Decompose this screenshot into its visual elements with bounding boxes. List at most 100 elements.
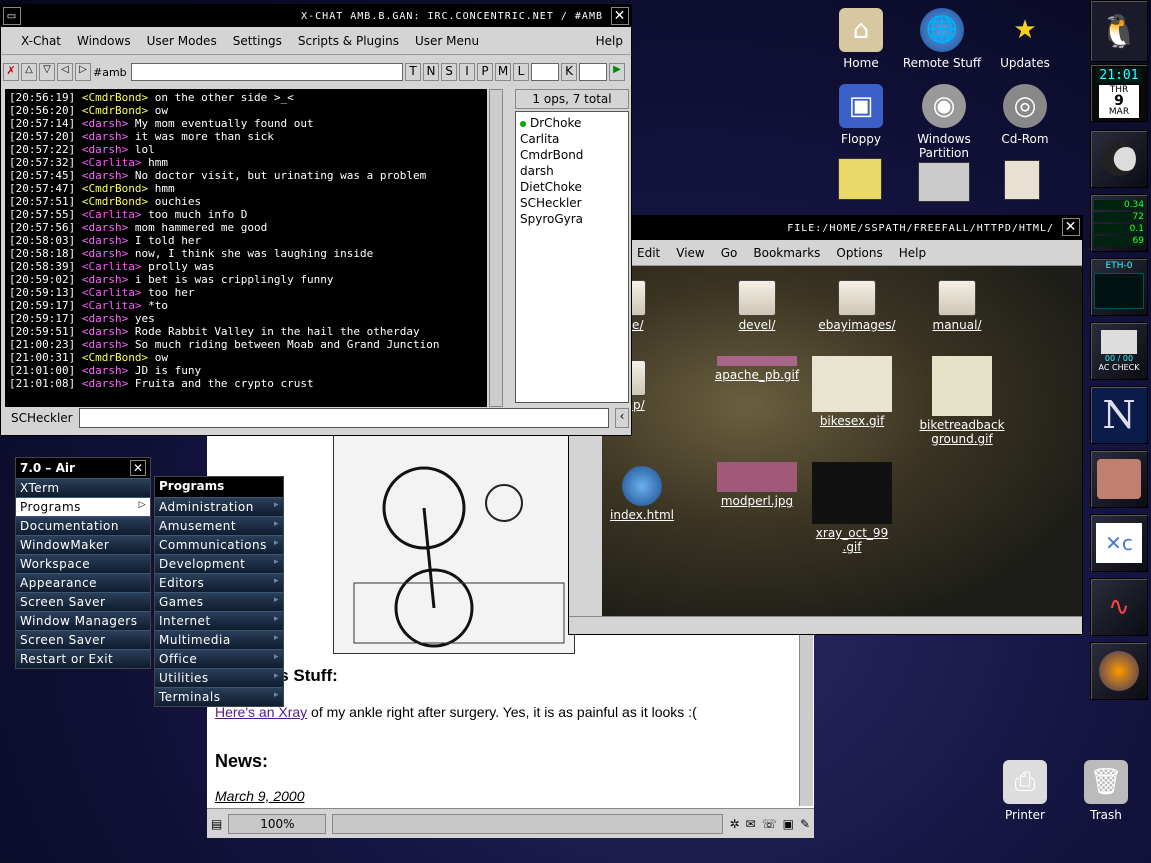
root-menu-item[interactable]: Restart or Exit [16, 649, 150, 668]
user-list-item[interactable]: CmdrBond [520, 147, 624, 163]
file-ebayimages[interactable]: ebayimages/ [812, 280, 902, 332]
menu-view[interactable]: View [668, 246, 712, 260]
root-menu-item[interactable]: Screen Saver [16, 630, 150, 649]
key-input[interactable] [579, 63, 607, 81]
desktop-icon-printer[interactable]: ⎙ Printer [983, 760, 1067, 822]
desktop-icon-floppy[interactable]: ▣ Floppy [819, 84, 903, 146]
file-modperl[interactable]: modperl.jpg [712, 462, 802, 508]
user-list-item[interactable]: DrChoke [520, 115, 624, 131]
programs-submenu-item[interactable]: Communications ▸ [155, 535, 283, 554]
mode-s-button[interactable]: S [441, 63, 457, 81]
close-tab-icon[interactable]: ✗ [3, 63, 19, 81]
file-xray[interactable]: xray_oct_99 .gif [807, 462, 897, 554]
chat-scrollbar[interactable] [489, 89, 503, 407]
desktop-icon-updates[interactable]: ★ Updates [983, 8, 1067, 70]
dock-tile-heartbeat[interactable]: ∿ [1090, 578, 1148, 636]
menu-help[interactable]: Help [891, 246, 934, 260]
dock-tile-penguin[interactable]: 🐧 [1090, 0, 1148, 62]
file-apache-pb[interactable]: apache_pb.gif [712, 356, 802, 382]
arrow-right-icon[interactable]: ▷ [75, 63, 91, 81]
mode-l-button[interactable]: L [513, 63, 529, 81]
file-manual[interactable]: manual/ [912, 280, 1002, 332]
menu-user-menu[interactable]: User Menu [407, 34, 487, 48]
close-icon[interactable]: ✕ [611, 7, 629, 25]
menu-settings[interactable]: Settings [225, 34, 290, 48]
programs-submenu-item[interactable]: Administration ▸ [155, 497, 283, 516]
programs-submenu-item[interactable]: Amusement ▸ [155, 516, 283, 535]
chevron-left-icon[interactable]: ‹ [615, 408, 629, 428]
root-menu-item[interactable]: Appearance [16, 573, 150, 592]
minimize-icon[interactable]: ▭ [3, 7, 21, 25]
programs-submenu-item[interactable]: Utilities ▸ [155, 668, 283, 687]
root-menu-item[interactable]: Window Managers [16, 611, 150, 630]
component-bar-icon[interactable]: ✲ [729, 817, 739, 831]
discussion-icon[interactable]: ☏ [762, 817, 777, 831]
file-biketreadbackground[interactable]: biketreadback ground.gif [907, 356, 1017, 446]
composer-icon[interactable]: ▣ [783, 817, 794, 831]
dock-tile-xchat[interactable]: ✕c [1090, 514, 1148, 572]
dock-tile-network[interactable]: ETH-0 [1090, 258, 1148, 316]
dock-tile-monitor[interactable]: 0.34 72 0.1 69 [1090, 194, 1148, 252]
edit-pen-icon[interactable]: ✎ [800, 817, 810, 831]
terminal-penguin-icon[interactable] [918, 162, 970, 202]
desktop-icon-remote-stuff[interactable]: 🌐 Remote Stuff [900, 8, 984, 70]
menu-xchat[interactable]: X-Chat [13, 34, 69, 48]
programs-submenu-item[interactable]: Office ▸ [155, 649, 283, 668]
programs-submenu-item[interactable]: Development ▸ [155, 554, 283, 573]
folder-icon[interactable] [1004, 160, 1040, 200]
programs-submenu-item[interactable]: Terminals ▸ [155, 687, 283, 706]
dock-tile-netscape[interactable]: N [1090, 386, 1148, 444]
programs-submenu-item[interactable]: Editors ▸ [155, 573, 283, 592]
arrow-down-icon[interactable]: ▽ [39, 63, 55, 81]
xchat-titlebar[interactable]: ▭ X-CHAT AMB.B.GAN: IRC.CONCENTRIC.NET /… [1, 5, 631, 27]
menu-options[interactable]: Options [828, 246, 890, 260]
mode-n-button[interactable]: N [423, 63, 439, 81]
limit-input[interactable] [531, 63, 559, 81]
mode-t-button[interactable]: T [405, 63, 421, 81]
mode-m-button[interactable]: M [495, 63, 511, 81]
menu-edit[interactable]: Edit [629, 246, 668, 260]
root-menu-item[interactable]: XTerm [16, 478, 150, 497]
menu-user-modes[interactable]: User Modes [139, 34, 225, 48]
root-menu-item[interactable]: WindowMaker [16, 535, 150, 554]
arrow-left-icon[interactable]: ◁ [57, 63, 73, 81]
file-index-html[interactable]: index.html [602, 466, 682, 522]
dock-tile-moon[interactable] [1090, 130, 1148, 188]
root-menu-item[interactable]: Workspace [16, 554, 150, 573]
user-list-item[interactable]: Carlita [520, 131, 624, 147]
menu-scripts-plugins[interactable]: Scripts & Plugins [290, 34, 407, 48]
root-menu-item[interactable]: Programs ▷ [16, 497, 150, 516]
filemanager-titlebar[interactable]: FILE:/HOME/SSPATH/FREEFALL/HTTPD/HTML/ ✕ [569, 216, 1082, 240]
arrow-up-icon[interactable]: △ [21, 63, 37, 81]
programs-submenu-item[interactable]: Multimedia ▸ [155, 630, 283, 649]
file-devel[interactable]: devel/ [712, 280, 802, 332]
close-icon[interactable]: ✕ [1062, 218, 1080, 236]
mode-i-button[interactable]: I [459, 63, 475, 81]
menu-help[interactable]: Help [588, 34, 631, 48]
file-bikesex[interactable]: bikesex.gif [807, 356, 897, 428]
dock-tile-eye[interactable] [1090, 450, 1148, 508]
user-list-item[interactable]: DietChoke [520, 179, 624, 195]
dock-tile-clock[interactable]: 21:01 THR 9 MAR [1090, 64, 1148, 122]
menu-go[interactable]: Go [713, 246, 746, 260]
user-list-item[interactable]: darsh [520, 163, 624, 179]
mode-k-button[interactable]: K [561, 63, 577, 81]
close-icon[interactable]: ✕ [130, 460, 146, 476]
menu-bookmarks[interactable]: Bookmarks [745, 246, 828, 260]
mode-p-button[interactable]: P [477, 63, 493, 81]
programs-submenu-item[interactable]: Internet ▸ [155, 611, 283, 630]
package-icon[interactable] [838, 158, 882, 200]
programs-submenu-item[interactable]: Games ▸ [155, 592, 283, 611]
menu-windows[interactable]: Windows [69, 34, 139, 48]
root-menu-item[interactable]: Documentation [16, 516, 150, 535]
mail-icon[interactable]: ✉ [746, 817, 756, 831]
user-list-item[interactable]: SCHeckler [520, 195, 624, 211]
dock-tile-apm[interactable]: 00 / 00 AC CHECK [1090, 322, 1148, 380]
security-lock-icon[interactable]: ▤ [211, 817, 222, 831]
desktop-icon-cdrom[interactable]: ◎ Cd-Rom [983, 84, 1067, 146]
message-input[interactable] [78, 408, 609, 428]
user-list-item[interactable]: SpyroGyra [520, 211, 624, 227]
root-menu-item[interactable]: Screen Saver [16, 592, 150, 611]
topic-input[interactable] [131, 63, 403, 81]
arrow-right-icon[interactable]: ▶ [609, 63, 625, 81]
